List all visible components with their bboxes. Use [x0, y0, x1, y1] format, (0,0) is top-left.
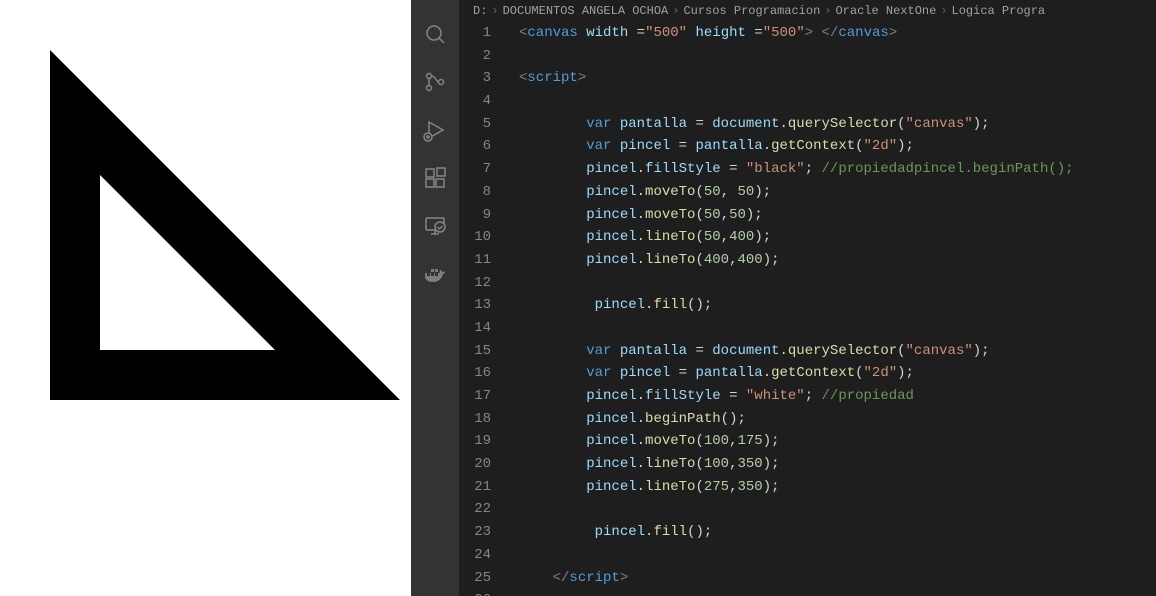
extensions-icon[interactable]	[411, 154, 459, 202]
canvas-rendering	[0, 0, 411, 596]
code-line[interactable]: pincel.fill();	[505, 294, 1156, 317]
line-number: 9	[459, 204, 491, 227]
code-line[interactable]: var pincel = pantalla.getContext("2d");	[505, 362, 1156, 385]
line-number: 7	[459, 158, 491, 181]
line-number: 25	[459, 567, 491, 590]
code-line[interactable]: </script>	[505, 567, 1156, 590]
breadcrumb-part[interactable]: Oracle NextOne	[835, 4, 936, 18]
line-number: 23	[459, 521, 491, 544]
line-number-gutter: 1 2 3 4 5 6 7 8 9 10 11 12 13 14 15 16 1…	[459, 22, 505, 596]
line-number: 14	[459, 317, 491, 340]
run-debug-icon[interactable]	[411, 106, 459, 154]
remote-explorer-icon[interactable]	[411, 202, 459, 250]
code-line[interactable]	[505, 317, 1156, 340]
code-content[interactable]: <canvas width ="500" height ="500"> </ca…	[505, 22, 1156, 596]
line-number: 26	[459, 589, 491, 596]
code-line[interactable]: pincel.lineTo(100,350);	[505, 453, 1156, 476]
line-number: 19	[459, 430, 491, 453]
chevron-right-icon: ›	[672, 4, 679, 18]
chevron-right-icon: ›	[491, 4, 498, 18]
line-number: 4	[459, 90, 491, 113]
line-number: 10	[459, 226, 491, 249]
code-line[interactable]: <canvas width ="500" height ="500"> </ca…	[505, 22, 1156, 45]
docker-icon[interactable]	[411, 250, 459, 298]
code-line[interactable]: pincel.beginPath();	[505, 408, 1156, 431]
line-number: 6	[459, 135, 491, 158]
code-line[interactable]: var pantalla = document.querySelector("c…	[505, 113, 1156, 136]
line-number: 18	[459, 408, 491, 431]
activity-bar	[411, 0, 459, 596]
code-line[interactable]: pincel.moveTo(100,175);	[505, 430, 1156, 453]
breadcrumb-part[interactable]: DOCUMENTOS ANGELA OCHOA	[503, 4, 669, 18]
search-icon[interactable]	[411, 10, 459, 58]
code-line[interactable]	[505, 90, 1156, 113]
line-number: 1	[459, 22, 491, 45]
line-number: 2	[459, 45, 491, 68]
code-line[interactable]: pincel.lineTo(50,400);	[505, 226, 1156, 249]
line-number: 12	[459, 272, 491, 295]
code-line[interactable]: <script>	[505, 67, 1156, 90]
line-number: 5	[459, 113, 491, 136]
code-line[interactable]: pincel.lineTo(400,400);	[505, 249, 1156, 272]
line-number: 22	[459, 498, 491, 521]
line-number: 17	[459, 385, 491, 408]
source-control-icon[interactable]	[411, 58, 459, 106]
line-number: 24	[459, 544, 491, 567]
code-line[interactable]: pincel.moveTo(50, 50);	[505, 181, 1156, 204]
chevron-right-icon: ›	[940, 4, 947, 18]
line-number: 16	[459, 362, 491, 385]
line-number: 13	[459, 294, 491, 317]
code-line[interactable]: var pincel = pantalla.getContext("2d");	[505, 135, 1156, 158]
code-line[interactable]	[505, 45, 1156, 68]
code-line[interactable]: pincel.fill();	[505, 521, 1156, 544]
code-line[interactable]: pincel.fillStyle = "black"; //propiedadp…	[505, 158, 1156, 181]
code-area[interactable]: 1 2 3 4 5 6 7 8 9 10 11 12 13 14 15 16 1…	[459, 22, 1156, 596]
code-line[interactable]	[505, 272, 1156, 295]
breadcrumb-part[interactable]: Logica Progra	[952, 4, 1046, 18]
breadcrumb-part[interactable]: D:	[473, 4, 487, 18]
line-number: 15	[459, 340, 491, 363]
editor-pane: D:› DOCUMENTOS ANGELA OCHOA› Cursos Prog…	[411, 0, 1156, 596]
code-line[interactable]: pincel.lineTo(275,350);	[505, 476, 1156, 499]
line-number: 3	[459, 67, 491, 90]
line-number: 11	[459, 249, 491, 272]
line-number: 21	[459, 476, 491, 499]
editor-main: D:› DOCUMENTOS ANGELA OCHOA› Cursos Prog…	[459, 0, 1156, 596]
line-number: 8	[459, 181, 491, 204]
code-line[interactable]	[505, 544, 1156, 567]
code-line[interactable]	[505, 498, 1156, 521]
canvas-output-pane	[0, 0, 411, 596]
line-number: 20	[459, 453, 491, 476]
code-line[interactable]	[505, 589, 1156, 596]
code-line[interactable]: var pantalla = document.querySelector("c…	[505, 340, 1156, 363]
breadcrumb[interactable]: D:› DOCUMENTOS ANGELA OCHOA› Cursos Prog…	[459, 0, 1156, 22]
code-line[interactable]: pincel.moveTo(50,50);	[505, 204, 1156, 227]
code-line[interactable]: pincel.fillStyle = "white"; //propiedad	[505, 385, 1156, 408]
chevron-right-icon: ›	[824, 4, 831, 18]
breadcrumb-part[interactable]: Cursos Programacion	[683, 4, 820, 18]
